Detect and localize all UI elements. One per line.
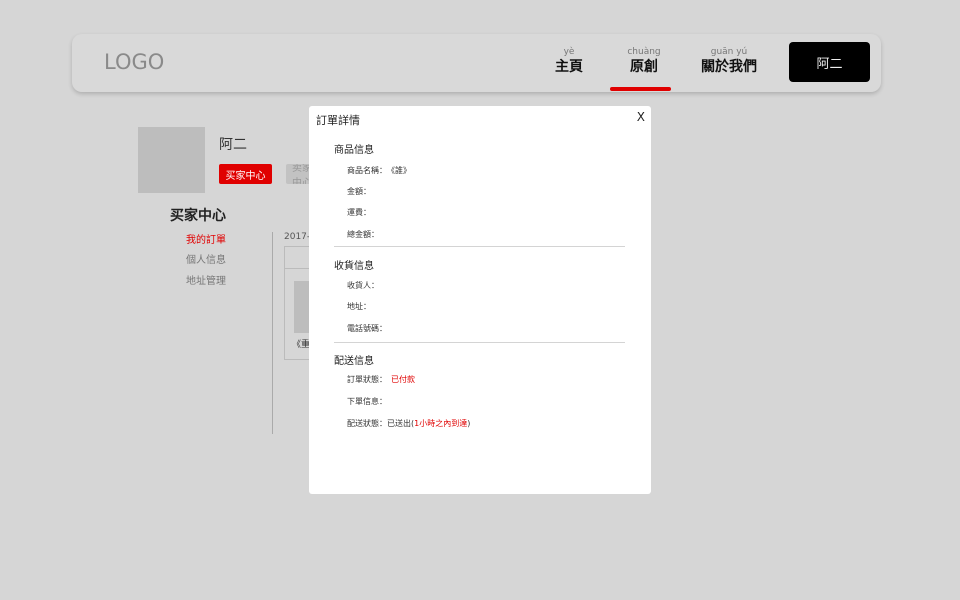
section-delivery-title: 配送信息 [334,356,374,367]
nav-home-label: 主頁 [555,59,583,75]
nav-about-us[interactable]: guān yú 關於我們 [696,46,762,76]
nav-home-pinyin: yè [563,47,575,57]
field-order-info: 下單信息： [347,397,387,406]
nav-original[interactable]: chuàng 原創 [621,46,667,76]
nav-original-pinyin: chuàng [627,47,661,57]
user-account-button[interactable]: 阿二 [789,42,870,82]
sidebar-item-address[interactable]: 地址管理 [186,272,226,287]
section-product-title: 商品信息 [334,145,374,156]
delivery-status-suffix: ) [467,419,471,428]
field-product-name-label: 商品名稱： [347,166,387,175]
field-delivery-status: 配送狀態：已送出(1小時之內到達) [347,418,470,429]
sidebar-item-my-orders[interactable]: 我的訂單 [186,231,226,246]
field-order-status-label: 訂單狀態： [347,375,387,384]
tab-buyer-center[interactable]: 买家中心 [219,164,272,184]
nav-about-pinyin: guān yú [710,47,748,57]
modal-title: 訂單詳情 [316,114,360,127]
field-delivery-status-label: 配送狀態： [347,419,387,428]
avatar [138,127,205,193]
order-status-value: 已付款 [391,375,415,384]
delivery-eta: 1小時之內到達 [414,419,468,428]
active-nav-indicator [610,87,671,91]
field-product-name-value: 《誰》 [391,166,411,175]
field-phone: 電話號碼： [347,324,387,333]
sidebar-divider [272,232,273,434]
order-item-name: 《重 [292,340,310,350]
field-amount: 金額： [347,187,371,196]
section-divider [334,246,625,247]
logo[interactable]: LOGO [104,50,164,74]
field-address: 地址： [347,302,371,311]
field-order-status: 訂單狀態： 已付款 [347,374,415,385]
order-detail-modal: 訂單詳情 X 商品信息 商品名稱： 《誰》 金額： 運費： 總金額： 收貨信息 收… [309,106,651,494]
nav-about-label: 關於我們 [701,59,757,75]
section-receiver-title: 收貨信息 [334,261,374,272]
profile-username: 阿二 [219,137,247,153]
field-recipient: 收貨人： [347,281,379,290]
top-nav-bar: LOGO yè 主頁 chuàng 原創 guān yú 關於我們 阿二 [72,34,881,92]
field-total: 總金額： [347,230,379,239]
nav-home[interactable]: yè 主頁 [550,46,588,76]
section-divider [334,342,625,343]
sidebar-title: 买家中心 [170,208,226,224]
field-product-name: 商品名稱： 《誰》 [347,165,411,176]
sidebar-item-personal-info[interactable]: 個人信息 [186,251,226,266]
field-shipping: 運費： [347,208,371,217]
delivery-status-prefix: 已送出( [387,419,415,428]
close-icon[interactable]: X [637,110,645,124]
nav-original-label: 原創 [630,59,658,75]
